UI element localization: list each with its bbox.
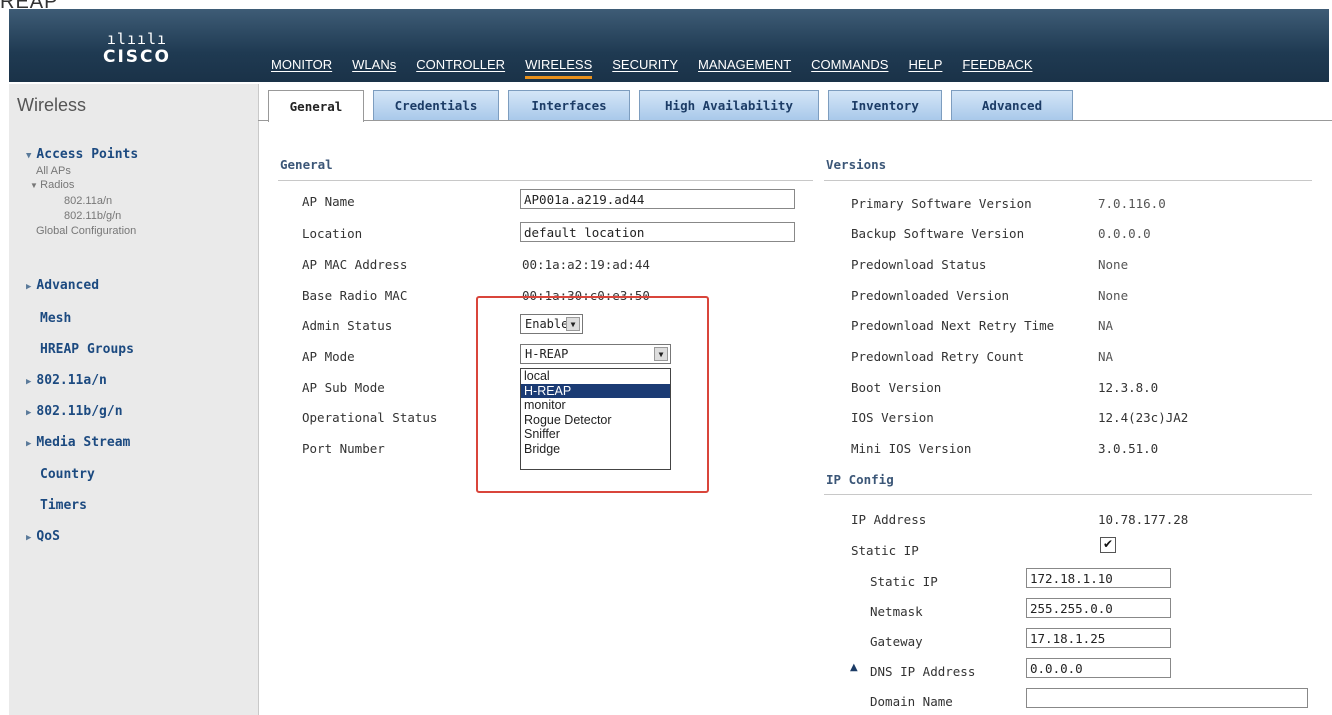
cisco-logo-bars: ılıılı — [106, 30, 168, 48]
ap-mac-value: 00:1a:a2:19:ad:44 — [522, 257, 650, 272]
tab-credentials[interactable]: Credentials — [373, 90, 499, 120]
version-row-value: 12.3.8.0 — [1098, 380, 1159, 395]
version-row-label: IOS Version — [851, 410, 934, 425]
port-number-label: Port Number — [302, 441, 385, 456]
sidebar-item-global-config[interactable]: Global Configuration — [36, 225, 136, 237]
dns-ip-label: DNS IP Address — [870, 664, 976, 679]
tab-interfaces[interactable]: Interfaces — [508, 90, 630, 120]
sidebar-item-country[interactable]: Country — [40, 467, 95, 482]
versions-divider — [824, 180, 1312, 181]
sidebar-item-qos[interactable]: ▶ QoS — [26, 529, 60, 544]
collapsed-triangle-icon: ▶ — [26, 408, 32, 418]
ap-name-field[interactable]: AP001a.a219.ad44 — [520, 189, 795, 209]
sidebar-item-80211an[interactable]: ▶ 802.11a/n — [26, 373, 107, 388]
tab-general[interactable]: General — [268, 90, 364, 122]
ap-name-label: AP Name — [302, 194, 355, 209]
general-divider — [278, 180, 813, 181]
tab-inventory[interactable]: Inventory — [828, 90, 942, 120]
tab-baseline — [258, 120, 1332, 121]
ap-mac-label: AP MAC Address — [302, 257, 408, 272]
version-row-value: 0.0.0.0 — [1098, 226, 1151, 241]
version-row-value: 3.0.51.0 — [1098, 441, 1159, 456]
tab-advanced[interactable]: Advanced — [951, 90, 1073, 120]
version-row-label: Backup Software Version — [851, 226, 1025, 241]
cisco-logo-wordmark: CISCO — [103, 47, 171, 67]
location-label: Location — [302, 226, 363, 241]
expanded-triangle-icon: ▼ — [26, 151, 32, 161]
sidebar-item-timers[interactable]: Timers — [40, 498, 87, 513]
collapsed-triangle-icon: ▶ — [26, 439, 32, 449]
highlight-box — [476, 296, 709, 493]
collapsed-triangle-icon: ▶ — [26, 377, 32, 387]
version-row-label: Predownload Retry Count — [851, 349, 1025, 364]
nav-controller[interactable]: CONTROLLER — [416, 57, 505, 79]
static-ip-field[interactable]: 172.18.1.10 — [1026, 568, 1171, 588]
sidebar-item-advanced[interactable]: ▶ Advanced — [26, 278, 99, 293]
domain-name-label: Domain Name — [870, 694, 953, 709]
gateway-field[interactable]: 17.18.1.25 — [1026, 628, 1171, 648]
version-row-value: NA — [1098, 349, 1114, 364]
static-ip-checkbox[interactable]: ✔ — [1100, 537, 1116, 553]
static-ip-checkbox-label: Static IP — [851, 543, 919, 558]
ipconfig-section-title: IP Config — [826, 472, 894, 487]
collapsed-triangle-icon: ▶ — [26, 282, 32, 292]
version-row-value: NA — [1098, 318, 1114, 333]
gateway-label: Gateway — [870, 634, 923, 649]
versions-section-title: Versions — [826, 157, 887, 172]
nav-security[interactable]: SECURITY — [612, 57, 678, 79]
nav-commands[interactable]: COMMANDS — [811, 57, 888, 79]
nav-management[interactable]: MANAGEMENT — [698, 57, 791, 79]
netmask-label: Netmask — [870, 604, 923, 619]
general-section-title: General — [280, 157, 333, 172]
version-row-value: 7.0.116.0 — [1098, 196, 1166, 211]
version-row-label: Predownload Next Retry Time — [851, 318, 1055, 333]
netmask-field[interactable]: 255.255.0.0 — [1026, 598, 1171, 618]
operational-status-label: Operational Status — [302, 410, 438, 425]
version-row-label: Boot Version — [851, 380, 942, 395]
sidebar-item-hreap-groups[interactable]: HREAP Groups — [40, 342, 134, 357]
tab-high-availability[interactable]: High Availability — [639, 90, 819, 120]
top-navigation-bar: ılıılı CISCO MONITOR WLANs CONTROLLER WI… — [9, 9, 1329, 82]
static-ip-label: Static IP — [870, 574, 938, 589]
ipconfig-divider — [824, 494, 1312, 495]
dns-ip-field[interactable]: 0.0.0.0 — [1026, 658, 1171, 678]
sidebar-item-radio-80211an[interactable]: 802.11a/n — [64, 195, 112, 207]
ip-address-label: IP Address — [851, 512, 927, 527]
nav-feedback[interactable]: FEEDBACK — [962, 57, 1032, 79]
nav-wireless[interactable]: WIRELESS — [525, 57, 593, 79]
base-radio-mac-label: Base Radio MAC — [302, 288, 408, 303]
nav-help[interactable]: HELP — [908, 57, 942, 79]
nav-wlans[interactable]: WLANs — [352, 57, 396, 79]
sidebar-item-mesh[interactable]: Mesh — [40, 311, 71, 326]
version-row-value: None — [1098, 257, 1129, 272]
version-row-label: Predownload Status — [851, 257, 987, 272]
nav-monitor[interactable]: MONITOR — [271, 57, 332, 79]
version-row-label: Mini IOS Version — [851, 441, 972, 456]
cisco-logo: ılıılı CISCO — [92, 31, 182, 71]
location-field[interactable]: default location — [520, 222, 795, 242]
ap-mode-label: AP Mode — [302, 349, 355, 364]
sidebar-item-80211bgn[interactable]: ▶ 802.11b/g/n — [26, 404, 123, 419]
sidebar-item-radios[interactable]: ▼ Radios — [30, 179, 74, 191]
expanded-triangle-icon: ▼ — [30, 181, 41, 190]
main-nav: MONITOR WLANs CONTROLLER WIRELESS SECURI… — [271, 57, 1053, 79]
collapsed-triangle-icon: ▶ — [26, 533, 32, 543]
sidebar-item-access-points[interactable]: ▼ Access Points — [26, 147, 138, 162]
ip-address-value: 10.78.177.28 — [1098, 512, 1189, 527]
admin-status-label: Admin Status — [302, 318, 393, 333]
sidebar-item-radio-80211bgn[interactable]: 802.11b/g/n — [64, 210, 121, 222]
domain-name-field[interactable] — [1026, 688, 1308, 708]
sidebar-title: Wireless — [17, 95, 87, 115]
version-row-value: None — [1098, 288, 1129, 303]
version-row-label: Primary Software Version — [851, 196, 1032, 211]
sidebar-item-media-stream[interactable]: ▶ Media Stream — [26, 435, 130, 450]
sidebar-item-all-aps[interactable]: All APs — [36, 165, 71, 177]
version-row-value: 12.4(23c)JA2 — [1098, 410, 1189, 425]
info-marker-icon: ▲ — [850, 662, 858, 673]
version-row-label: Predownloaded Version — [851, 288, 1010, 303]
ap-sub-mode-label: AP Sub Mode — [302, 380, 385, 395]
